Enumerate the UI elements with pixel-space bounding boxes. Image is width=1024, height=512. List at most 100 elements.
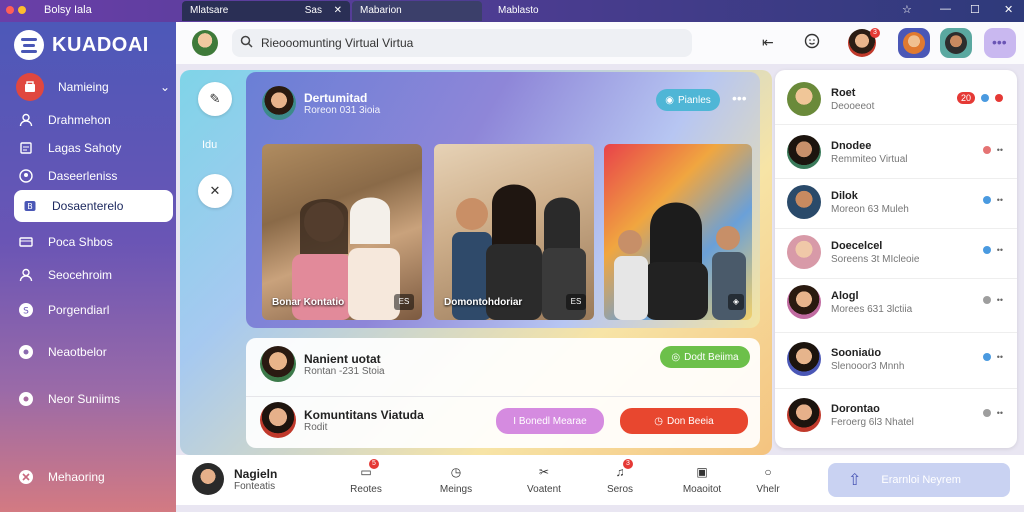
more-dots-icon[interactable]: ••: [997, 195, 1003, 205]
contact-item[interactable]: Sooniaüo Slenooor3 Mnnh ••: [787, 334, 1011, 384]
nav-voatent[interactable]: ✂ Voatent: [514, 463, 574, 495]
search-input[interactable]: Rieooomunting Virtual Virtua: [232, 29, 692, 57]
minimize-dot-icon[interactable]: [18, 6, 26, 14]
nav-vhelr[interactable]: ○ Vhelr: [738, 463, 798, 495]
close-icon[interactable]: ✕: [1004, 3, 1013, 16]
contacts-panel: Roet Deooeeot 20 Dnodee Remmiteo Virtual…: [775, 70, 1017, 448]
post-author[interactable]: Dertumitad: [304, 91, 380, 105]
contact-icon: [18, 168, 34, 184]
card-sub: Rodit: [304, 421, 328, 433]
shield-icon[interactable]: ◈: [728, 294, 744, 310]
photo-tag: ES: [566, 294, 586, 310]
tab-1[interactable]: Mlatsare Sas ✕: [182, 1, 350, 21]
contact-item[interactable]: Dorontao Feroerg 6l3 Nhatel ••: [787, 390, 1011, 440]
close-dot-icon[interactable]: [6, 6, 14, 14]
contact-item[interactable]: Roet Deooeeot 20: [787, 74, 1011, 124]
search-icon: [240, 35, 253, 51]
contact-name: Sooniaüo: [831, 346, 882, 359]
sidebar-item-seocehroim[interactable]: Seocehroim: [18, 267, 112, 283]
more-dots-icon[interactable]: ••: [997, 295, 1003, 305]
title-bar: Bolsy Iala Mlatsare Sas ✕ Mabarion Mabla…: [0, 0, 1024, 22]
group-button[interactable]: [940, 28, 972, 58]
person-icon: [18, 267, 34, 283]
eye-icon: ◉: [665, 94, 674, 106]
tag-icon: B: [22, 198, 38, 214]
sidebar-item-namieing[interactable]: Namieing ⌄: [14, 72, 170, 102]
contact-avatar: [787, 185, 821, 219]
sidebar-item-porgendiarl[interactable]: S Porgendiarl: [18, 302, 109, 318]
close-icon[interactable]: ✕: [198, 174, 232, 208]
avatar[interactable]: [192, 30, 218, 56]
join-button[interactable]: ◎ Dodt Beiima: [660, 346, 750, 368]
card-1[interactable]: Nanient uotat Rontan -231 Stoia: [260, 346, 385, 382]
sidebar-item-daseerleniss[interactable]: Daseerleniss: [18, 168, 117, 184]
header: Rieooomunting Virtual Virtua ⇤ 3 •••: [176, 22, 1024, 64]
photo-1[interactable]: Bonar Kontatio ES: [262, 144, 422, 320]
more-dots-icon[interactable]: ••: [997, 245, 1003, 255]
photo-2[interactable]: Domontohdoriar ES: [434, 144, 594, 320]
nav-moaoitot[interactable]: ▣ Moaoitot: [672, 463, 732, 495]
contact-sub: Soreens 3t MIcleoie: [831, 253, 920, 265]
more-dots-icon[interactable]: ••: [997, 352, 1003, 362]
follow-button[interactable]: ◉ Pianles: [656, 89, 720, 111]
dots-icon: •••: [992, 34, 1007, 50]
contact-name: Roet: [831, 86, 856, 99]
nav-reotes[interactable]: ▭ 5 Reotes: [336, 459, 396, 495]
back-arrow-icon[interactable]: ⇤: [762, 34, 774, 51]
clock-icon: ◷: [450, 465, 462, 479]
nav-seros[interactable]: ♫ 3 Seros: [590, 459, 650, 495]
clock-icon: ◷: [654, 415, 664, 427]
upload-arrow-icon: ⇧: [848, 472, 862, 489]
close-icon[interactable]: ✕: [334, 5, 342, 16]
feed-area: ✎ Idu ✕ Dertumitad Roreon 031 3ioia ◉ Pia…: [180, 70, 772, 455]
post-meta: Roreon 031 3ioia: [304, 104, 381, 116]
chat-icon: ▭ 5: [357, 459, 379, 481]
circle-icon: ○: [764, 465, 772, 479]
more-dots-icon[interactable]: •••: [732, 90, 747, 106]
contact-item[interactable]: Dilok Moreon 63 Muleh ••: [787, 177, 1011, 227]
contact-avatar: [787, 135, 821, 169]
sidebar-item-poca-shbos[interactable]: Poca Shbos: [18, 234, 113, 250]
invite-button[interactable]: ◷ Don Beeia: [620, 408, 748, 434]
more-dots-icon[interactable]: ••: [997, 408, 1003, 418]
edit-icon[interactable]: ✎: [198, 82, 232, 116]
window-dots: [6, 6, 26, 14]
star-icon[interactable]: ☆: [902, 3, 912, 16]
more-dots-icon[interactable]: ••: [997, 145, 1003, 155]
sidebar-item-label: Mehaoring: [48, 470, 105, 484]
contact-item[interactable]: Alogl Morees 631 3lctiia ••: [787, 277, 1011, 327]
minimize-icon[interactable]: —: [940, 3, 951, 15]
check-icon: ◎: [671, 351, 681, 363]
contact-sub: Moreon 63 Muleh: [831, 203, 909, 215]
photo-3[interactable]: ◈: [604, 144, 752, 320]
sidebar-item-neor-suniims[interactable]: Neor Suniims: [18, 391, 120, 407]
current-user[interactable]: Nagieln Fonteatis: [192, 463, 277, 495]
chevron-down-icon: ⌄: [159, 80, 170, 94]
tab-3[interactable]: Mablasto: [490, 1, 570, 21]
brand[interactable]: KUADOAI: [14, 30, 149, 60]
sidebar-item-mehaoring[interactable]: Mehaoring: [18, 469, 105, 485]
upload-button[interactable]: ⇧ Erarnloi Neyrem: [828, 463, 1010, 497]
sidebar-item-label: Poca Shbos: [48, 235, 113, 249]
sidebar-item-label: Neor Suniims: [48, 392, 121, 406]
sidebar-item-label: Lagas Sahoty: [48, 141, 122, 155]
user-sub: Fonteatis: [234, 480, 276, 492]
sidebar-item-lagas-sahoty[interactable]: Lagas Sahoty: [18, 140, 121, 156]
message-button[interactable]: I Bonedl Mearae: [496, 408, 604, 434]
contact-sub: Deooeeot: [831, 100, 875, 112]
contact-name: Dilok: [831, 189, 858, 202]
contact-item[interactable]: Doecelcel Soreens 3t MIcleoie ••: [787, 227, 1011, 277]
more-button[interactable]: •••: [984, 28, 1016, 58]
card-2[interactable]: Komuntitans Viatuda Rodit: [260, 402, 424, 438]
sidebar-item-dosaenterelo[interactable]: B Dosaenterelo: [14, 190, 173, 222]
tab-2[interactable]: Mabarion: [352, 1, 482, 21]
post-avatar[interactable]: [262, 86, 296, 120]
sidebar-item-label: Drahmehon: [48, 113, 111, 127]
contact-item[interactable]: Dnodee Remmiteo Virtual ••: [787, 127, 1011, 177]
maximize-icon[interactable]: ☐: [970, 3, 980, 16]
smiley-icon[interactable]: [804, 33, 820, 52]
sidebar-item-drahmehon[interactable]: Drahmehon: [18, 112, 111, 128]
sidebar-item-neaotbelor[interactable]: Neaotbelor: [18, 344, 107, 360]
profile-button[interactable]: [898, 28, 930, 58]
nav-meings[interactable]: ◷ Meings: [426, 463, 486, 495]
